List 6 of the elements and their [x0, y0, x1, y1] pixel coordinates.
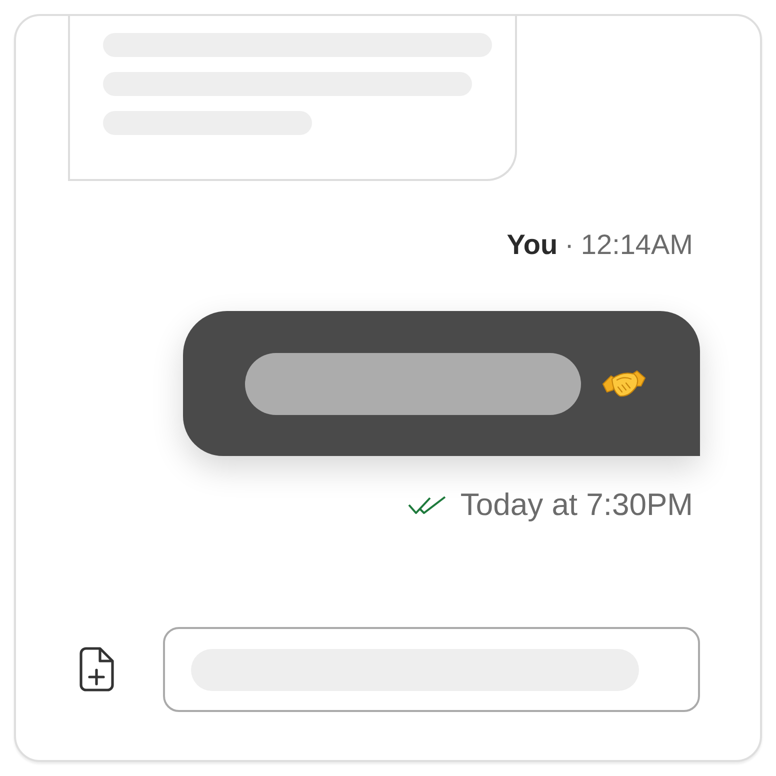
- message-input-field[interactable]: [163, 627, 700, 712]
- separator-dot: ·: [564, 229, 574, 261]
- message-time: 12:14AM: [580, 229, 693, 261]
- sender-name: You: [506, 229, 558, 261]
- file-add-icon[interactable]: [79, 647, 114, 692]
- read-receipt-time: Today at 7:30PM: [460, 487, 693, 523]
